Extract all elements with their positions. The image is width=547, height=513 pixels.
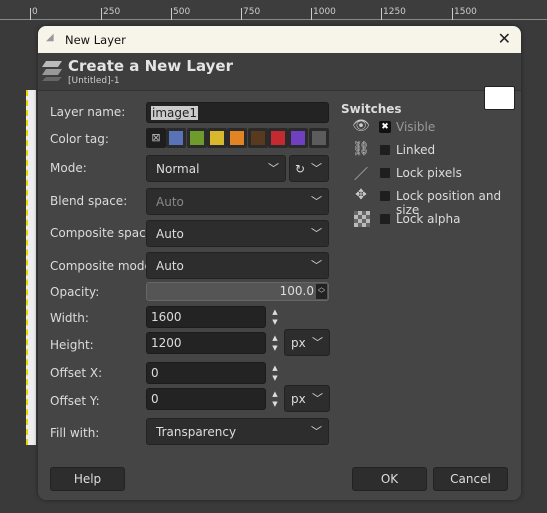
offset-x-spinner[interactable]: ▲ ▼ bbox=[268, 363, 282, 385]
opacity-label: Opacity: bbox=[50, 285, 100, 299]
color-tag-brown[interactable] bbox=[248, 128, 268, 148]
image-name: [Untitled]-1 bbox=[68, 76, 120, 86]
composite-space-label: Composite space: bbox=[50, 226, 158, 240]
color-tag-yellow[interactable] bbox=[207, 128, 227, 148]
chevron-down-icon: ﹀ bbox=[312, 336, 323, 349]
close-icon[interactable]: ✕ bbox=[498, 29, 511, 48]
color-tag-none[interactable]: ⊠ bbox=[146, 128, 166, 148]
chain-icon: ⛓ bbox=[352, 141, 370, 157]
width-input[interactable]: 1600 ▲ ▼ bbox=[146, 306, 278, 328]
offset-unit-dropdown[interactable]: px ﹀ bbox=[284, 385, 330, 412]
offset-x-label: Offset X: bbox=[50, 366, 103, 380]
offset-unit-value: px bbox=[291, 392, 306, 406]
composite-space-dropdown[interactable]: Auto ﹀ bbox=[146, 220, 329, 247]
ruler-tick: 750 bbox=[241, 8, 260, 20]
mode-value: Normal bbox=[156, 162, 200, 176]
linked-checkbox[interactable] bbox=[379, 144, 391, 156]
offset-y-label: Offset Y: bbox=[50, 394, 100, 408]
height-input[interactable]: 1200 ▲ ▼ bbox=[146, 332, 278, 354]
opacity-spinner[interactable]: ︿ ﹀ bbox=[316, 284, 327, 299]
title-bar: ◢ New Layer ✕ bbox=[38, 26, 521, 53]
lock-pixels-checkbox[interactable] bbox=[379, 167, 391, 179]
ruler-tick: 0 bbox=[30, 8, 38, 20]
lock-pixels-label: Lock pixels bbox=[396, 166, 462, 180]
blend-space-value: Auto bbox=[156, 195, 184, 209]
ruler-tick: 1250 bbox=[381, 8, 406, 20]
color-tag-green[interactable] bbox=[187, 128, 207, 148]
opacity-slider[interactable]: 100.0 ︿ ﹀ bbox=[146, 282, 329, 301]
offset-y-input[interactable]: 0 ▲ ▼ bbox=[146, 388, 278, 410]
composite-mode-value: Auto bbox=[156, 259, 184, 273]
ruler-tick: 250 bbox=[101, 8, 120, 20]
ruler-tick: 1000 bbox=[311, 8, 336, 20]
blend-space-dropdown[interactable]: Auto ﹀ bbox=[146, 188, 329, 215]
width-label: Width: bbox=[50, 311, 89, 325]
chevron-down-icon: ﹀ bbox=[312, 392, 323, 405]
blend-space-label: Blend space: bbox=[50, 194, 128, 208]
height-value: 1200 bbox=[151, 336, 182, 350]
ruler-tick: 500 bbox=[171, 8, 190, 20]
composite-space-value: Auto bbox=[156, 227, 184, 241]
horizontal-ruler: 0 250 500 750 1000 1250 1500 bbox=[0, 0, 547, 20]
brush-icon: ／ bbox=[354, 167, 368, 183]
lock-alpha-checkbox[interactable] bbox=[379, 213, 391, 225]
layer-name-value: image1 bbox=[151, 106, 199, 120]
composite-mode-dropdown[interactable]: Auto ﹀ bbox=[146, 252, 329, 279]
height-label: Height: bbox=[50, 338, 94, 352]
offset-x-input[interactable]: 0 ▲ ▼ bbox=[146, 362, 278, 384]
chevron-down-icon: ﹀ bbox=[311, 195, 322, 208]
checkerboard-icon bbox=[354, 211, 370, 227]
canvas-image bbox=[26, 90, 36, 445]
switches-panel: Switches 👁 ✖ Visible ⛓ Linked ／ Lock pix… bbox=[324, 100, 519, 230]
offset-x-value: 0 bbox=[151, 366, 159, 380]
chevron-down-icon: ﹀ bbox=[311, 227, 322, 240]
fill-with-value: Transparency bbox=[156, 425, 237, 439]
color-tag-label: Color tag: bbox=[50, 132, 109, 146]
mode-group-dropdown[interactable]: ↻ ﹀ bbox=[289, 155, 329, 182]
width-value: 1600 bbox=[151, 310, 182, 324]
switches-title: Switches bbox=[341, 102, 402, 116]
move-icon: ✥ bbox=[355, 187, 367, 203]
layer-name-label: Layer name: bbox=[50, 105, 126, 119]
visible-label: Visible bbox=[396, 120, 436, 134]
height-spinner[interactable]: ▲ ▼ bbox=[268, 333, 282, 355]
chevron-down-icon: ﹀ bbox=[311, 425, 322, 438]
width-spinner[interactable]: ▲ ▼ bbox=[268, 307, 282, 329]
size-unit-dropdown[interactable]: px ﹀ bbox=[284, 329, 330, 356]
ruler-tick: 1500 bbox=[452, 8, 477, 20]
mode-label: Mode: bbox=[50, 161, 87, 175]
lock-alpha-label: Lock alpha bbox=[396, 212, 461, 226]
mode-dropdown[interactable]: Normal ﹀ bbox=[146, 155, 286, 182]
chevron-down-icon: ﹀ bbox=[268, 162, 279, 175]
window-title: New Layer bbox=[65, 33, 126, 47]
help-button[interactable]: Help bbox=[50, 467, 125, 491]
eye-icon: 👁 bbox=[352, 118, 370, 134]
chevron-down-icon: ﹀ bbox=[311, 259, 322, 272]
reset-icon: ↻ bbox=[295, 162, 306, 176]
header-title: Create a New Layer bbox=[68, 57, 233, 75]
color-tag-orange[interactable] bbox=[227, 128, 247, 148]
layer-icon bbox=[42, 61, 62, 81]
color-tag-violet[interactable] bbox=[288, 128, 308, 148]
layer-name-input[interactable]: image1 bbox=[146, 102, 329, 123]
fill-with-dropdown[interactable]: Transparency ﹀ bbox=[146, 418, 329, 445]
lock-position-checkbox[interactable] bbox=[379, 190, 391, 202]
offset-y-spinner[interactable]: ▲ ▼ bbox=[268, 389, 282, 411]
app-icon: ◢ bbox=[46, 32, 54, 43]
opacity-value: 100.0 bbox=[279, 284, 314, 298]
color-tag-blue[interactable] bbox=[166, 128, 186, 148]
visible-checkbox[interactable]: ✖ bbox=[379, 121, 391, 133]
offset-y-value: 0 bbox=[151, 392, 159, 406]
fill-with-label: Fill with: bbox=[50, 426, 100, 440]
composite-mode-label: Composite mode: bbox=[50, 259, 156, 273]
dialog-header: Create a New Layer [Untitled]-1 bbox=[38, 53, 521, 110]
new-layer-dialog: ◢ New Layer ✕ Create a New Layer [Untitl… bbox=[38, 26, 521, 500]
linked-label: Linked bbox=[396, 143, 436, 157]
size-unit-value: px bbox=[291, 336, 306, 350]
chevron-down-icon: ﹀ bbox=[311, 162, 322, 175]
ok-button[interactable]: OK bbox=[352, 467, 427, 491]
cancel-button[interactable]: Cancel bbox=[433, 467, 508, 491]
color-tag-red[interactable] bbox=[268, 128, 288, 148]
